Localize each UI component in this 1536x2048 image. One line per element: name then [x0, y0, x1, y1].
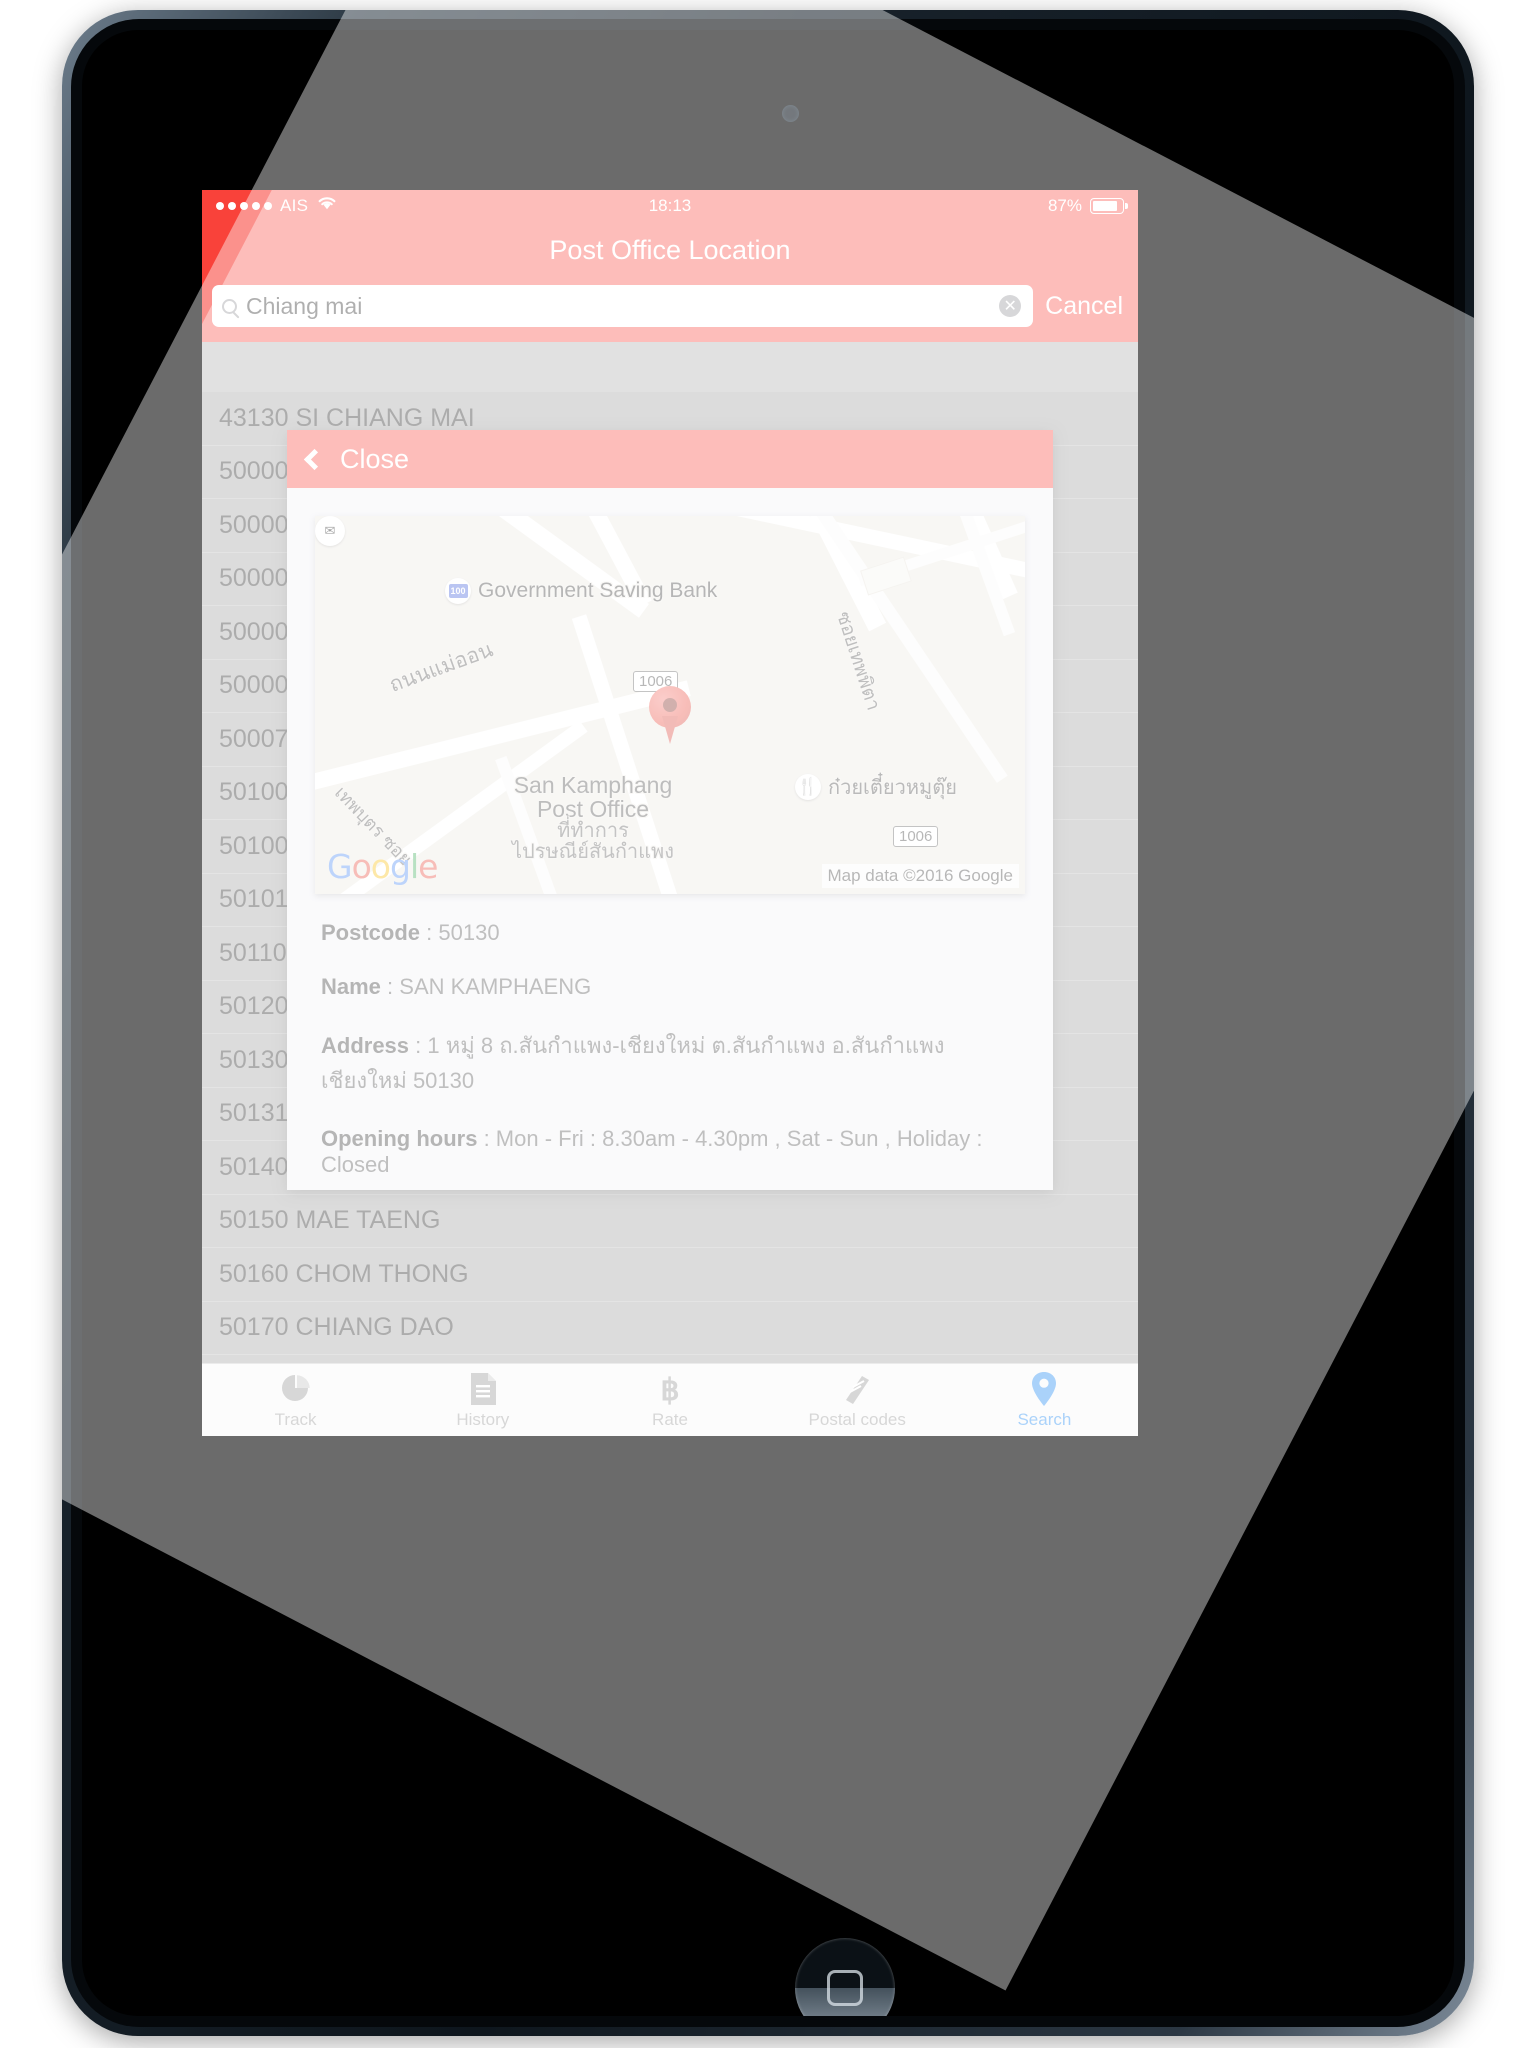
google-map[interactable]: 100 Government Saving Bank ถนนแม่ออน ซอย…	[315, 516, 1025, 894]
svg-text:฿: ฿	[660, 1374, 679, 1407]
list-item[interactable]: 50170 CHIANG DAO	[202, 1302, 1138, 1355]
tab-history[interactable]: History	[389, 1364, 576, 1430]
tab-label: Search	[1017, 1410, 1072, 1429]
tab-label: Postal codes	[808, 1410, 906, 1429]
battery-percent-label: 87%	[1047, 195, 1082, 215]
device-screen-bezel: AIS 18:13 87% Post Office Location Chian…	[82, 30, 1454, 2016]
detail-row: Address : 1 หมู่ 8 ถ.สันกำแพง-เชียงใหม่ …	[321, 1033, 945, 1093]
home-button-square-icon	[827, 1970, 863, 2006]
map-pin-icon	[1031, 1371, 1057, 1407]
restaurant-icon: 🍴	[795, 774, 821, 800]
map-container: 100 Government Saving Bank ถนนแม่ออน ซอย…	[287, 488, 1053, 894]
map-poi-restaurant[interactable]: 🍴 ก๋วยเตี๋ยวหมูตุ๊ย	[795, 771, 957, 803]
app-screen: AIS 18:13 87% Post Office Location Chian…	[202, 190, 1138, 1436]
page-title: Post Office Location	[549, 235, 791, 265]
detail-label: Postcode	[321, 920, 421, 945]
status-bar: AIS 18:13 87%	[202, 190, 1138, 221]
tab-label: Track	[274, 1410, 317, 1429]
clear-search-icon[interactable]: ✕	[999, 295, 1022, 317]
tab-track[interactable]: Track	[202, 1364, 389, 1430]
tab-label: Rate	[652, 1410, 688, 1429]
baht-icon: ฿	[656, 1371, 684, 1407]
tab-rate[interactable]: ฿ Rate	[576, 1364, 763, 1430]
post-office-details: Postcode : 50130 Name : SAN KAMPHAENG Addr…	[287, 894, 1053, 1190]
detail-value: 50130	[438, 920, 500, 945]
map-label-road: ถนนแม่ออน	[386, 638, 497, 697]
tablet-device-frame: AIS 18:13 87% Post Office Location Chian…	[62, 10, 1474, 2036]
tab-label: History	[456, 1410, 510, 1429]
battery-icon	[1090, 197, 1128, 214]
tab-postal-codes[interactable]: Postal codes	[764, 1364, 951, 1430]
cancel-button[interactable]: Cancel	[1033, 292, 1130, 321]
close-button[interactable]: Close	[340, 444, 409, 475]
tab-search[interactable]: Search	[951, 1364, 1138, 1430]
search-input[interactable]: Chiang mai ✕	[212, 285, 1034, 327]
detail-label: Name	[321, 974, 381, 999]
detail-value: 1 หมู่ 8 ถ.สันกำแพง-เชียงใหม่ ต.สันกำแพง…	[321, 1033, 945, 1093]
book-icon	[840, 1371, 874, 1407]
list-item[interactable]: 50150 MAE TAENG	[202, 1195, 1138, 1248]
google-logo: Google	[327, 847, 438, 886]
detail-row: Name : SAN KAMPHAENG	[321, 974, 592, 999]
map-label-restaurant: ก๋วยเตี๋ยวหมูตุ๊ย	[828, 777, 957, 799]
modal-header: Close	[287, 430, 1053, 488]
detail-label: Address	[321, 1033, 410, 1058]
map-building	[860, 556, 912, 596]
status-clock: 18:13	[648, 195, 692, 215]
tab-bar[interactable]: Track History ฿ Rate Postal codes Search	[202, 1363, 1138, 1436]
front-camera-icon	[782, 105, 799, 122]
document-icon	[468, 1371, 498, 1407]
detail-value: SAN KAMPHAENG	[399, 974, 592, 999]
map-attribution: Map data ©2016 Google	[821, 864, 1019, 888]
map-label-bank: Government Saving Bank	[478, 579, 718, 602]
detail-row: Postcode : 50130	[321, 920, 500, 945]
detail-label: Opening hours	[321, 1126, 478, 1151]
chevron-left-icon[interactable]	[303, 448, 326, 470]
map-label-post-office: San Kamphang Post Office ที่ทำการ ไปรษณี…	[511, 772, 674, 863]
home-button[interactable]	[795, 1938, 895, 2016]
highway-shield: 1006	[893, 826, 939, 847]
bank-icon: 100	[445, 578, 471, 604]
map-poi-bank[interactable]: 100 Government Saving Bank	[445, 578, 717, 604]
search-input-value: Chiang mai	[246, 292, 363, 319]
post-office-detail-modal: Close 100 Government Saving Bank ถนนแม่อ…	[287, 430, 1053, 1190]
envelope-icon: ✉	[315, 516, 345, 546]
map-pin-icon[interactable]	[649, 686, 691, 744]
search-bar: Chiang mai ✕ Cancel	[202, 280, 1138, 342]
navigation-bar: Post Office Location	[202, 221, 1138, 280]
search-results-spacer	[202, 342, 1138, 392]
pie-chart-icon	[279, 1371, 313, 1407]
detail-row: Opening hours : Mon - Fri : 8.30am - 4.3…	[321, 1126, 983, 1177]
list-item[interactable]: 50160 CHOM THONG	[202, 1248, 1138, 1302]
search-icon	[222, 298, 237, 314]
